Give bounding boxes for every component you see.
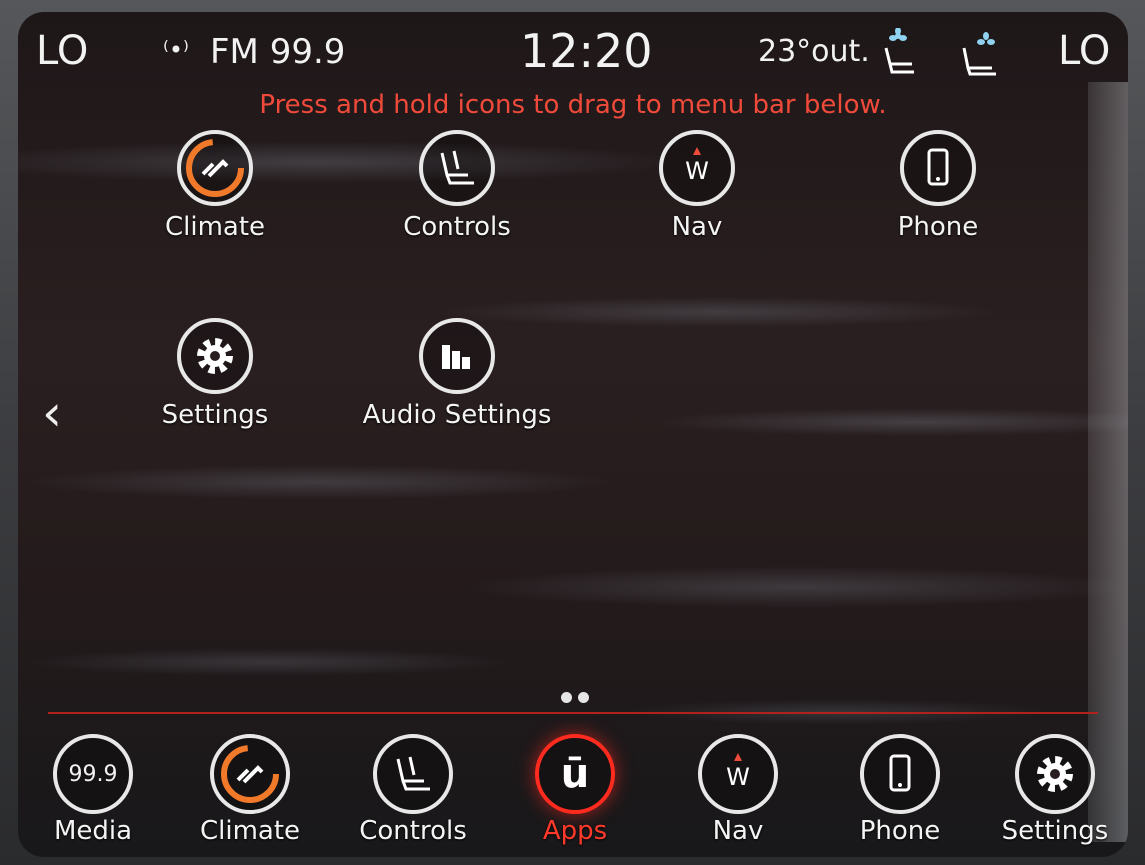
app-nav[interactable]: W Nav (597, 130, 797, 242)
antenna-icon: ⁽•⁾ (163, 36, 189, 64)
menu-label: Settings (1001, 816, 1109, 846)
compass-letter: W (726, 763, 750, 791)
app-label: Nav (671, 212, 723, 242)
menu-label: Phone (859, 816, 941, 846)
menu-climate[interactable]: Climate (175, 734, 325, 846)
page-indicator (558, 688, 592, 707)
passenger-temp-setting[interactable]: LO (1058, 28, 1110, 74)
page-dot[interactable] (561, 692, 572, 703)
app-label: Audio Settings (362, 400, 552, 430)
menu-controls[interactable]: Controls (338, 734, 488, 846)
menu-phone[interactable]: Phone (825, 734, 975, 846)
apps-glyph: ū (560, 751, 590, 797)
menu-label: Apps (542, 816, 608, 846)
app-label: Settings (161, 400, 269, 430)
gear-icon (1015, 734, 1095, 814)
menu-nav[interactable]: W Nav (663, 734, 813, 846)
controls-seat-icon (373, 734, 453, 814)
app-phone[interactable]: Phone (838, 130, 1038, 242)
status-bar: LO ⁽•⁾ FM 99.9 12:20 23°out. LO (18, 12, 1128, 92)
menu-label: Nav (712, 816, 764, 846)
menu-media[interactable]: 99.9 Media (18, 734, 168, 846)
uconnect-icon: ū (535, 734, 615, 814)
compass-icon: W (659, 130, 735, 206)
media-icon: 99.9 (53, 734, 133, 814)
touchscreen: LO ⁽•⁾ FM 99.9 12:20 23°out. LO Press an… (18, 12, 1128, 857)
compass-letter: W (685, 157, 709, 185)
page-dot[interactable] (578, 692, 589, 703)
phone-icon (900, 130, 976, 206)
phone-icon (860, 734, 940, 814)
climate-icon (177, 130, 253, 206)
screen-glare (1088, 82, 1128, 842)
menu-divider (48, 712, 1098, 714)
drag-hint: Press and hold icons to drag to menu bar… (259, 90, 887, 120)
app-audio-settings[interactable]: Audio Settings (357, 318, 557, 430)
menu-label: Media (53, 816, 133, 846)
app-label: Climate (164, 212, 266, 242)
menu-apps[interactable]: ū Apps (500, 734, 650, 846)
climate-icon (210, 734, 290, 814)
media-frequency: 99.9 (68, 761, 118, 787)
app-label: Controls (403, 212, 511, 242)
app-label: Phone (897, 212, 979, 242)
radio-station[interactable]: FM 99.9 (210, 32, 345, 72)
app-settings[interactable]: Settings (115, 318, 315, 430)
menu-label: Controls (359, 816, 467, 846)
outside-temperature: 23°out. (758, 34, 870, 69)
controls-seat-icon (419, 130, 495, 206)
seat-ventilation-icon[interactable] (958, 30, 1002, 76)
driver-temp-setting[interactable]: LO (36, 28, 88, 74)
gear-icon (177, 318, 253, 394)
menu-settings[interactable]: Settings (980, 734, 1128, 846)
clock: 12:20 (520, 24, 653, 78)
menu-label: Climate (199, 816, 301, 846)
heated-seat-fan-icon[interactable] (876, 27, 920, 74)
app-controls[interactable]: Controls (357, 130, 557, 242)
compass-icon: W (698, 734, 778, 814)
previous-page-arrow-icon[interactable]: ‹ (42, 384, 62, 442)
app-climate[interactable]: Climate (115, 130, 315, 242)
equalizer-icon (419, 318, 495, 394)
